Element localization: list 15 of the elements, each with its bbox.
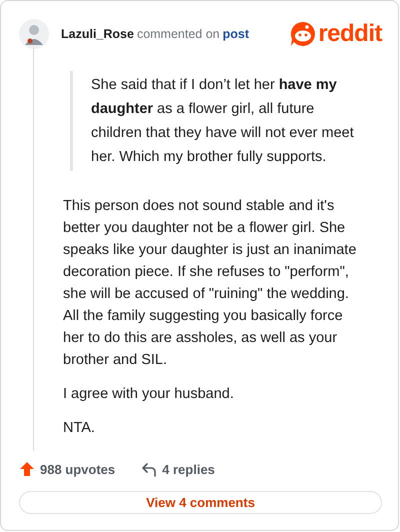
comment-paragraph: This person does not sound stable and it's better you daughter not be a flower girl. She speaks like your daughter is just an inanimate decoration piece. If she refuses to "perform", she will be accused of "ruining" the wedding. All the family suggesting you basically force her to do this are assholes, as well as your brother and SIL. [63,197,358,370]
reddit-logo-text: reddit [318,20,382,48]
action-text: commented on [136,27,220,41]
reply-arrow-icon[interactable] [141,462,158,476]
comment-paragraph: NTA. [63,419,96,438]
quote-text: She said that if I don’t let her have my daughter as a flower girl, all future children that they have will not ever meet her. Which my brother fully supports. [70,71,362,171]
reply-count: 4 replies [162,462,215,476]
username[interactable]: Lazuli_Rose [61,27,134,41]
view-comments-button[interactable]: View 4 comments [19,491,382,514]
post-link[interactable]: post [222,27,250,41]
avatar-icon [19,19,49,49]
upvote-arrow-icon[interactable] [19,461,35,477]
comment-paragraph: I agree with your husband. [63,385,235,404]
upvote-count: 988 upvotes [40,462,116,476]
alien-logo-icon [290,21,316,47]
